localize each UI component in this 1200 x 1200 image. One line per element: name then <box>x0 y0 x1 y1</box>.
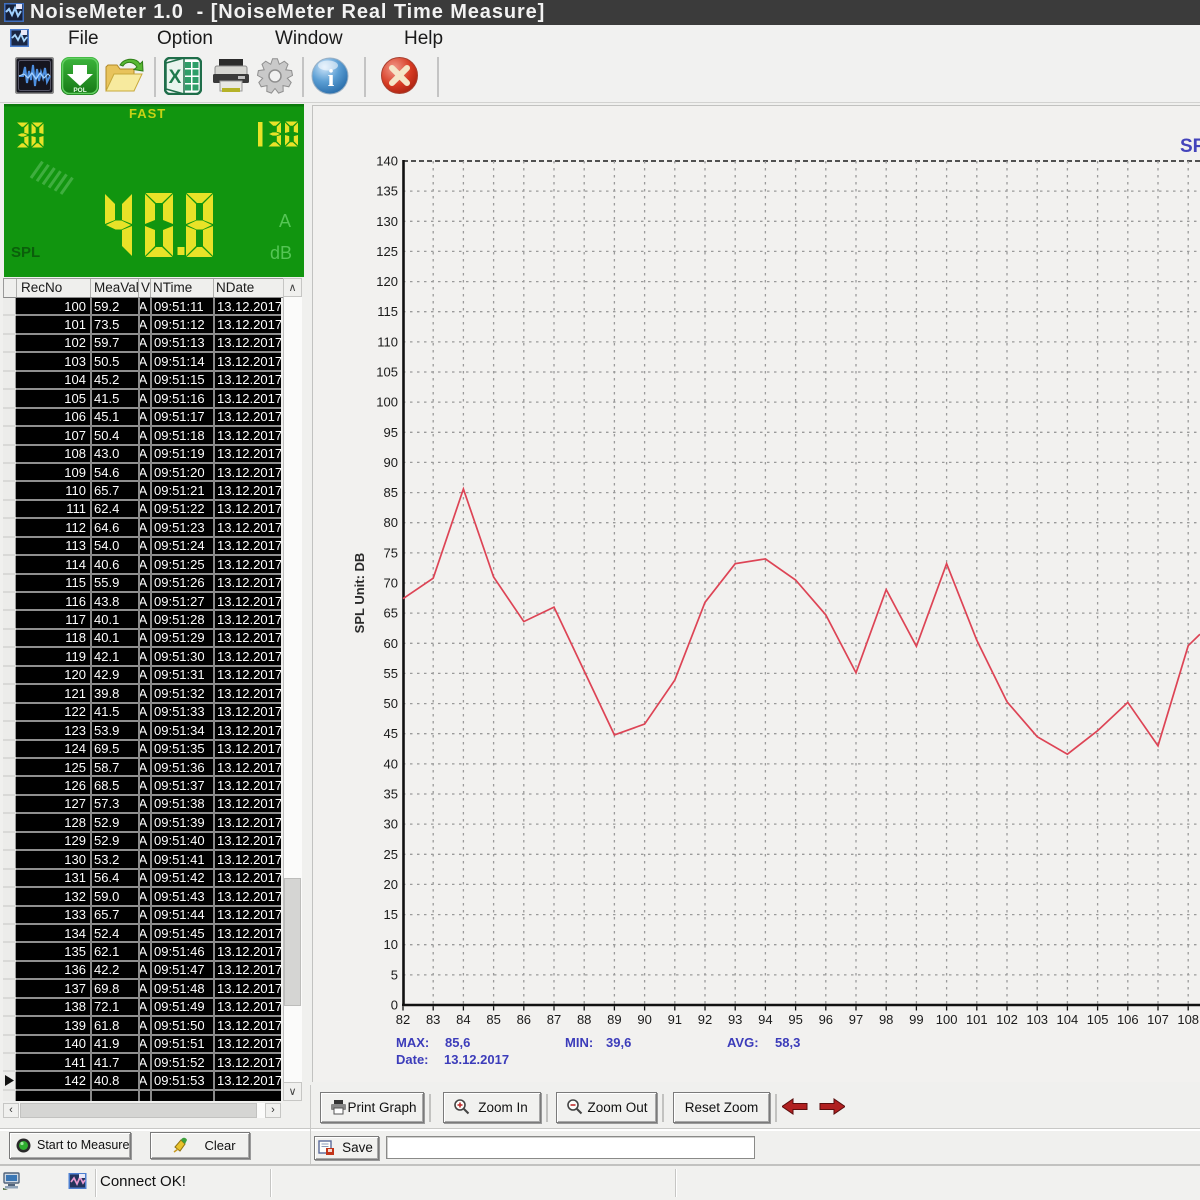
svg-text:105: 105 <box>376 365 398 380</box>
svg-text:93: 93 <box>728 1012 742 1027</box>
svg-text:X: X <box>169 67 182 88</box>
svg-text:55: 55 <box>384 666 398 681</box>
svg-text:84: 84 <box>456 1012 470 1027</box>
svg-text:20: 20 <box>384 877 398 892</box>
svg-text:103: 103 <box>1026 1012 1048 1027</box>
svg-text:SPL Unit: DB: SPL Unit: DB <box>352 553 367 634</box>
svg-text:75: 75 <box>384 545 398 560</box>
svg-text:94: 94 <box>758 1012 772 1027</box>
svg-text:25: 25 <box>384 847 398 862</box>
svg-text:85: 85 <box>384 485 398 500</box>
svg-text:30: 30 <box>384 817 398 832</box>
svg-text:10: 10 <box>384 937 398 952</box>
svg-text:98: 98 <box>879 1012 893 1027</box>
svg-text:15: 15 <box>384 907 398 922</box>
svg-text:89: 89 <box>607 1012 621 1027</box>
svg-text:97: 97 <box>849 1012 863 1027</box>
svg-text:83: 83 <box>426 1012 440 1027</box>
svg-text:110: 110 <box>377 334 398 349</box>
svg-text:104: 104 <box>1057 1012 1079 1027</box>
svg-text:102: 102 <box>996 1012 1018 1027</box>
svg-text:101: 101 <box>966 1012 988 1027</box>
svg-text:82: 82 <box>396 1012 410 1027</box>
svg-text:50: 50 <box>384 696 398 711</box>
svg-text:92: 92 <box>698 1012 712 1027</box>
svg-text:90: 90 <box>637 1012 651 1027</box>
svg-text:87: 87 <box>547 1012 561 1027</box>
svg-text:SPL: SPL <box>11 244 40 261</box>
svg-text:65: 65 <box>384 606 398 621</box>
svg-text:FAST: FAST <box>129 106 166 121</box>
svg-text:108: 108 <box>1177 1012 1199 1027</box>
svg-text:dB: dB <box>270 243 292 263</box>
svg-text:106: 106 <box>1117 1012 1139 1027</box>
svg-text:86: 86 <box>517 1012 531 1027</box>
svg-text:96: 96 <box>819 1012 833 1027</box>
svg-text:A: A <box>279 211 291 231</box>
svg-text:85: 85 <box>486 1012 500 1027</box>
svg-text:95: 95 <box>384 425 398 440</box>
svg-text:107: 107 <box>1147 1012 1169 1027</box>
svg-text:90: 90 <box>384 455 398 470</box>
svg-text:40: 40 <box>384 756 398 771</box>
svg-text:95: 95 <box>788 1012 802 1027</box>
svg-text:POL: POL <box>73 87 86 94</box>
svg-text:125: 125 <box>376 244 398 259</box>
svg-text:70: 70 <box>384 576 398 591</box>
svg-text:5: 5 <box>391 967 398 982</box>
svg-text:130: 130 <box>376 214 398 229</box>
svg-text:135: 135 <box>376 184 398 199</box>
svg-text:140: 140 <box>376 154 398 169</box>
svg-text:91: 91 <box>668 1012 682 1027</box>
svg-text:60: 60 <box>384 636 398 651</box>
svg-text:99: 99 <box>909 1012 923 1027</box>
svg-text:45: 45 <box>384 726 398 741</box>
svg-text:105: 105 <box>1087 1012 1109 1027</box>
svg-text:80: 80 <box>384 515 398 530</box>
svg-text:120: 120 <box>376 274 398 289</box>
svg-text:0: 0 <box>391 998 398 1013</box>
svg-text:100: 100 <box>936 1012 958 1027</box>
svg-text:88: 88 <box>577 1012 591 1027</box>
svg-text:35: 35 <box>384 787 398 802</box>
svg-text:SPL Graph: SPL Graph <box>1180 136 1200 157</box>
svg-text:115: 115 <box>377 304 398 319</box>
svg-text:100: 100 <box>376 395 398 410</box>
svg-text:i: i <box>328 66 335 92</box>
